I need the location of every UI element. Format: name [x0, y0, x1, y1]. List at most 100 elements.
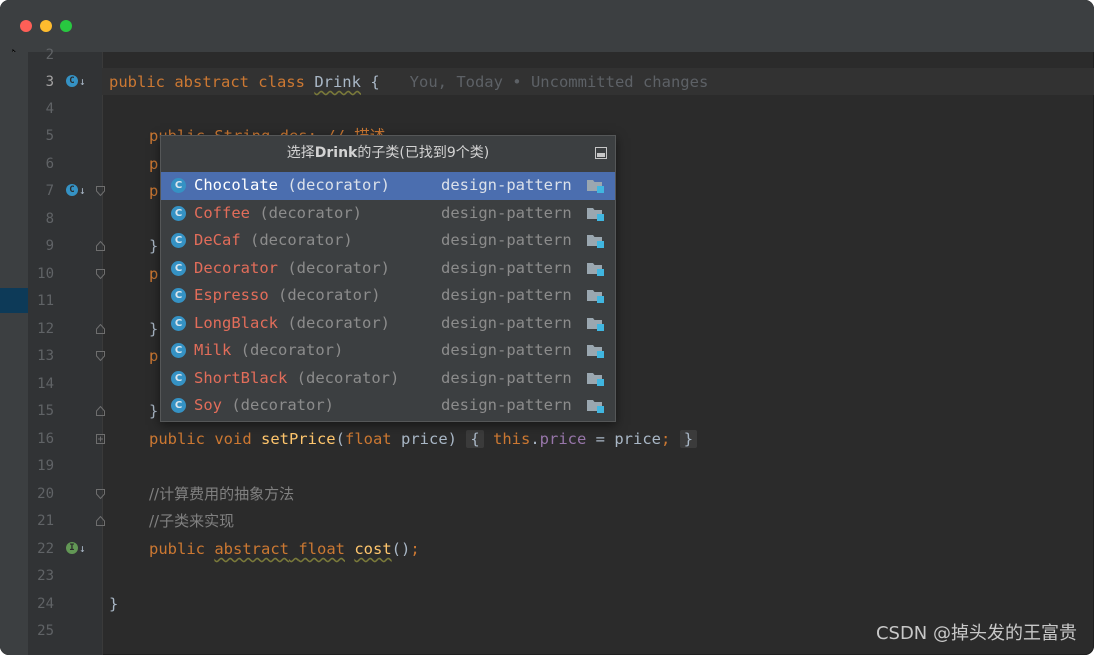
class-name: Decorator: [194, 258, 278, 277]
code-line: 20 //计算费用的抽象方法: [0, 481, 1094, 508]
line-number: 8: [45, 211, 54, 227]
code-text: }: [109, 595, 119, 613]
class-name: DeCaf: [194, 231, 241, 249]
code-text: p: [149, 347, 159, 365]
line-number: 22: [37, 541, 54, 557]
implemented-method-icon[interactable]: I ↓: [66, 542, 86, 556]
module-folder-icon: [587, 317, 604, 331]
module-folder-icon: [587, 207, 604, 221]
module-folder-icon: [587, 235, 604, 248]
line-number: 16: [37, 431, 54, 447]
class-icon: C: [171, 315, 186, 331]
subclass-item[interactable]: C Chocolate (decorator) design-pattern: [161, 172, 615, 200]
package-name: (decorator): [231, 341, 344, 359]
code-text: }: [149, 237, 159, 255]
fold-icon[interactable]: [96, 489, 105, 499]
code-text: public void setPrice(float price) { this…: [149, 426, 698, 453]
class-icon: C: [171, 343, 186, 358]
code-comment: //计算费用的抽象方法: [149, 485, 295, 503]
class-name: Chocolate: [194, 176, 278, 194]
line-number: 24: [37, 596, 54, 612]
module-folder-icon: [587, 400, 604, 413]
fold-icon[interactable]: [96, 186, 105, 196]
code-text: }: [149, 402, 159, 420]
module-folder-icon: [587, 290, 604, 303]
code-line: 21 //子类来实现: [0, 508, 1094, 535]
subclass-item[interactable]: C Decorator (decorator) design-pattern: [161, 255, 615, 283]
line-number: 9: [45, 238, 54, 254]
code-text: }: [149, 320, 159, 338]
fold-icon[interactable]: [96, 351, 105, 361]
open-in-find-window-icon[interactable]: [595, 147, 607, 159]
line-number: 2: [45, 47, 54, 63]
subclass-item[interactable]: C DeCaf (decorator) design-pattern: [161, 227, 615, 255]
subclass-item[interactable]: C Soy (decorator) design-pattern: [161, 392, 615, 420]
code-text: public abstract class Drink {You, Today …: [109, 73, 709, 91]
line-number: 3: [45, 74, 54, 90]
code-line: 24 }: [0, 591, 1094, 618]
module-folder-icon: [587, 180, 604, 193]
code-line: 19: [0, 453, 1094, 480]
code-line: 2: [0, 42, 1094, 69]
line-number: 12: [37, 321, 54, 337]
watermark: CSDN @掉头发的王富贵: [875, 623, 1077, 644]
module-folder-icon: [587, 372, 604, 386]
class-name: Coffee: [194, 203, 250, 222]
fold-end-icon[interactable]: [96, 241, 105, 251]
class-name: ShortBlack: [194, 368, 288, 387]
class-icon: C: [171, 288, 186, 303]
code-line: 16 public void setPrice(float price) { t…: [0, 426, 1094, 453]
choose-subclass-popup[interactable]: 选择Drink的子类(已找到9个类) C Chocolate (decorato…: [160, 135, 616, 422]
fold-end-icon[interactable]: [96, 324, 105, 334]
fold-end-icon[interactable]: [96, 516, 105, 526]
line-number: 5: [45, 128, 54, 144]
module-folder-icon: [587, 262, 604, 276]
module-name: design-pattern: [441, 176, 572, 194]
line-number: 7: [45, 183, 54, 199]
git-inlay-hint: You, Today • Uncommitted changes: [409, 73, 709, 91]
package-name: (decorator): [250, 203, 362, 222]
fold-end-icon[interactable]: [96, 406, 105, 416]
popup-title: 选择Drink的子类(已找到9个类): [286, 145, 490, 161]
overridden-method-icon[interactable]: C ↓: [66, 75, 86, 89]
subclass-item[interactable]: C ShortBlack (decorator) design-pattern: [161, 365, 615, 393]
package-name: (decorator): [278, 258, 390, 277]
subclass-item[interactable]: C Espresso (decorator) design-pattern: [161, 282, 615, 310]
code-comment: //子类来实现: [149, 512, 235, 530]
overridden-method-icon[interactable]: C ↓: [66, 184, 86, 198]
class-name: Drink: [314, 73, 361, 91]
module-name: design-pattern: [441, 396, 572, 414]
class-icon: C: [171, 233, 186, 248]
package-name: (decorator): [287, 368, 400, 387]
subclass-item[interactable]: C Coffee (decorator) design-pattern: [161, 200, 615, 228]
line-number: 21: [37, 513, 54, 529]
class-icon: C: [171, 370, 186, 386]
class-name: Milk: [194, 341, 232, 359]
package-name: (decorator): [268, 286, 381, 304]
module-folder-icon: [587, 345, 604, 358]
code-line: 3 C ↓ public abstract class Drink {You, T…: [0, 69, 1094, 96]
class-icon: C: [171, 398, 186, 413]
code-line: 23: [0, 563, 1094, 590]
line-number: 10: [37, 266, 54, 282]
line-number: 23: [37, 568, 54, 584]
fold-icon[interactable]: [96, 269, 105, 279]
code-line: 22 I ↓ public abstract float cost();: [0, 536, 1094, 563]
subclass-list[interactable]: C Chocolate (decorator) design-pattern C…: [161, 172, 615, 420]
module-name: design-pattern: [441, 286, 572, 304]
ide-window: 2 3 C ↓ public abstract class Drink {You,…: [0, 0, 1094, 655]
expand-fold-icon[interactable]: [96, 434, 105, 444]
class-name: Espresso: [194, 286, 269, 304]
module-name: design-pattern: [441, 313, 572, 332]
code-line: 4: [0, 96, 1094, 123]
line-number: 11: [37, 293, 54, 309]
subclass-item[interactable]: C LongBlack (decorator) design-pattern: [161, 310, 615, 338]
line-number: 15: [37, 403, 54, 419]
line-number: 13: [37, 348, 54, 364]
module-name: design-pattern: [441, 258, 572, 277]
line-number: 4: [45, 101, 54, 117]
line-number: 20: [37, 486, 54, 502]
subclass-item[interactable]: C Milk (decorator) design-pattern: [161, 337, 615, 365]
module-name: design-pattern: [441, 203, 572, 222]
class-name: Soy: [194, 396, 222, 414]
